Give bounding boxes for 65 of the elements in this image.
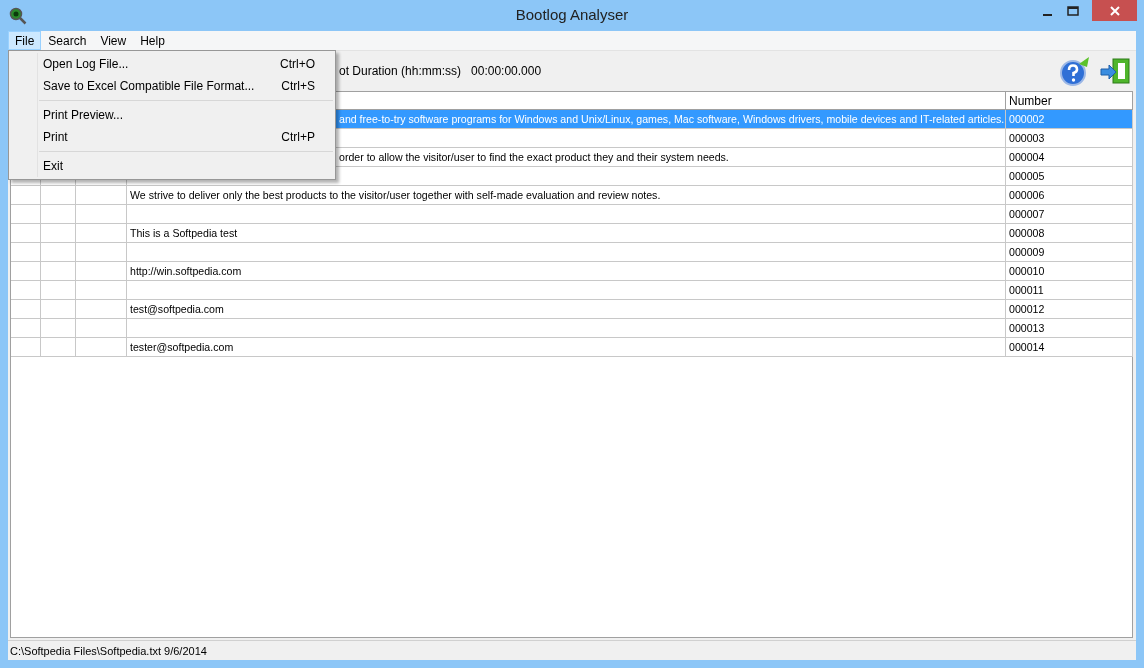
menu-item[interactable]: Help — [133, 31, 172, 50]
table-cell — [76, 205, 127, 224]
table-cell — [41, 243, 76, 262]
menu-entry[interactable]: Open Log File... Ctrl+O — [9, 53, 335, 75]
table-cell — [76, 224, 127, 243]
table-cell — [11, 186, 41, 205]
table-cell: 000012 — [1006, 300, 1133, 319]
maximize-icon — [1067, 5, 1079, 16]
minimize-icon — [1042, 13, 1052, 16]
table-cell: tester@softpedia.com — [127, 338, 1006, 357]
table-cell — [41, 319, 76, 338]
exit-button[interactable] — [1099, 55, 1131, 87]
table-cell: 000003 — [1006, 129, 1133, 148]
table-cell: 000002 — [1006, 110, 1133, 129]
table-cell — [11, 319, 41, 338]
table-cell: 000011 — [1006, 281, 1133, 300]
help-button[interactable] — [1059, 55, 1091, 87]
window-title: Bootlog Analyser — [515, 6, 629, 23]
table-cell: This is a Softpedia test — [127, 224, 1006, 243]
table-cell — [76, 186, 127, 205]
table-cell: 000004 — [1006, 148, 1133, 167]
table-cell — [11, 338, 41, 357]
close-button[interactable] — [1092, 0, 1137, 21]
menu-item[interactable]: View — [93, 31, 134, 50]
table-cell — [41, 224, 76, 243]
table-cell: 000010 — [1006, 262, 1133, 281]
door-arrow-icon — [1099, 55, 1131, 87]
table-cell: 000008 — [1006, 224, 1133, 243]
table-cell — [11, 205, 41, 224]
table-cell — [11, 281, 41, 300]
menu-item[interactable]: File — [8, 31, 42, 50]
table-cell — [76, 262, 127, 281]
table-cell — [41, 262, 76, 281]
table-cell — [41, 205, 76, 224]
duration-value: 00:00:00.000 — [471, 64, 542, 78]
table-cell — [11, 224, 41, 243]
table-cell — [41, 300, 76, 319]
menu-entry[interactable]: Save to Excel Compatible File Format... Ctrl+S — [9, 75, 335, 97]
table-cell — [76, 243, 127, 262]
table-cell — [11, 262, 41, 281]
table-cell — [41, 338, 76, 357]
table-cell: 000006 — [1006, 186, 1133, 205]
table-cell: 000009 — [1006, 243, 1133, 262]
table-cell: http://win.softpedia.com — [127, 262, 1006, 281]
status-text: C:\Softpedia Files\Softpedia.txt 9/6/2014 — [10, 644, 207, 657]
table-cell — [11, 243, 41, 262]
table-cell: 000005 — [1006, 167, 1133, 186]
menu-item[interactable]: Search — [41, 31, 94, 50]
close-icon — [1109, 5, 1120, 16]
menu-entry[interactable]: Print Ctrl+P — [9, 126, 335, 148]
table-cell: 000014 — [1006, 338, 1133, 357]
table-cell — [76, 281, 127, 300]
table-cell — [41, 281, 76, 300]
magnifier-icon — [9, 6, 27, 25]
table-cell — [76, 338, 127, 357]
duration-label: ot Duration (hh:mm:ss) — [339, 64, 462, 78]
table-cell: We strive to deliver only the best products to the visitor/user together with self-made evaluation and review notes. — [127, 186, 1006, 205]
table-cell — [76, 300, 127, 319]
table-cell — [41, 186, 76, 205]
table-cell: 000013 — [1006, 319, 1133, 338]
table-cell — [76, 319, 127, 338]
table-cell: test@softpedia.com — [127, 300, 1006, 319]
table-cell: 000007 — [1006, 205, 1133, 224]
help-icon — [1059, 55, 1091, 87]
table-cell — [11, 300, 41, 319]
